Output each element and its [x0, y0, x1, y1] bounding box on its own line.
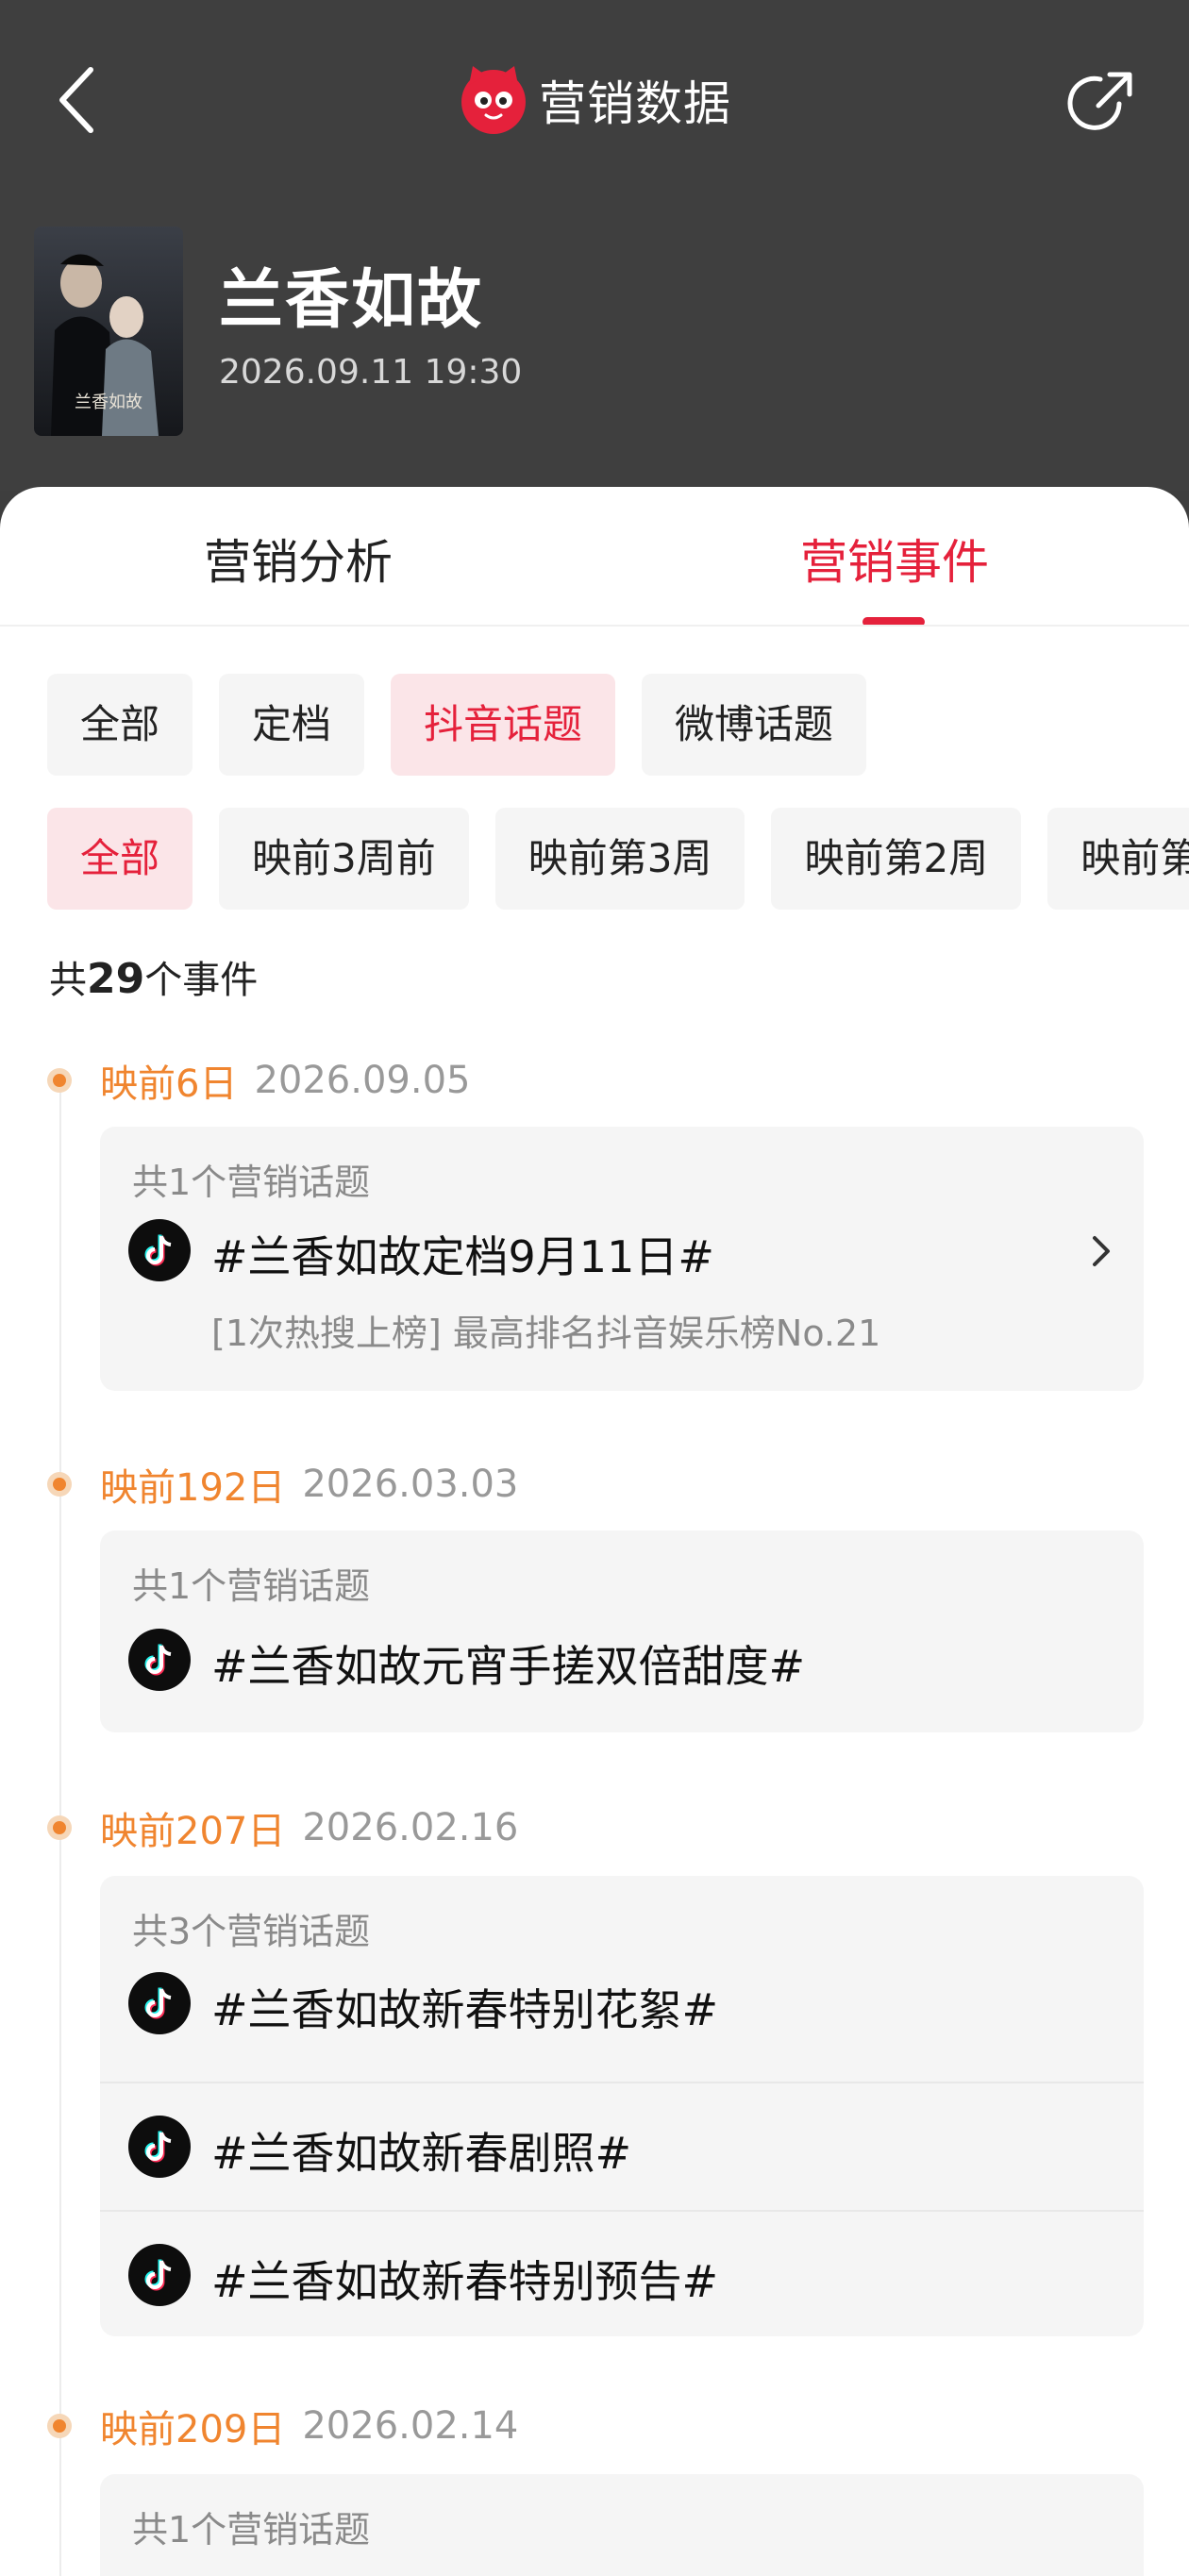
timeline-dot — [47, 2414, 72, 2438]
timeline-dot — [47, 1068, 72, 1093]
event-relative-day: 映前6日 — [100, 1062, 238, 1106]
timeline-dot — [47, 1472, 72, 1497]
event-card-header: 共1个营销话题 — [132, 1162, 371, 1203]
poster-title-text: 兰香如故 — [75, 393, 142, 412]
tab-marketing-events[interactable]: 营销事件 — [800, 525, 989, 593]
event-card-header: 共1个营销话题 — [132, 1565, 371, 1607]
event-date: 2026.03.03 — [302, 1463, 519, 1506]
tab-divider — [0, 625, 1189, 627]
poster-image: 兰香如故 — [34, 226, 183, 436]
filter-period-week-3[interactable]: 映前第3周 — [494, 808, 745, 910]
period-filter-row: 全部 映前3周前 映前第3周 映前第2周 映前第1周 — [47, 808, 1189, 910]
filter-type-douyin-topic[interactable]: 抖音话题 — [391, 674, 616, 776]
movie-poster[interactable]: 兰香如故 — [34, 226, 183, 436]
topic-row[interactable]: #兰香如故新春特别花絮# — [100, 1965, 1144, 2082]
douyin-icon — [128, 2116, 191, 2178]
topic-row[interactable]: #兰香如故新春特别预告# — [100, 2210, 1144, 2336]
event-card: 共1个营销话题 — [100, 2474, 1144, 2576]
topic-row[interactable]: #兰香如故定档9月11日# [1次热搜上榜] 最高排名抖音娱乐榜No.21 — [100, 1215, 1144, 1391]
type-filter-row: 全部 定档 抖音话题 微博话题 — [47, 674, 867, 776]
douyin-icon — [128, 1629, 191, 1691]
event-date-header: 映前192日 2026.03.03 — [47, 1457, 518, 1512]
filter-period-all[interactable]: 全部 — [47, 808, 193, 910]
event-count-number: 29 — [87, 955, 145, 1003]
douyin-icon — [128, 1219, 191, 1281]
filter-period-week-2[interactable]: 映前第2周 — [771, 808, 1022, 910]
maoyan-cat-logo — [461, 66, 526, 134]
filter-type-schedule[interactable]: 定档 — [219, 674, 365, 776]
event-card-header: 共3个营销话题 — [132, 1911, 371, 1952]
event-date: 2026.02.16 — [302, 1806, 519, 1849]
event-card: 共3个营销话题 #兰香如故新春特别花絮# #兰香如故新春剧照# #兰香如故新春特… — [100, 1876, 1144, 2336]
topic-title: #兰香如故新春特别预告# — [211, 2256, 719, 2307]
event-card: 共1个营销话题 #兰香如故定档9月11日# [1次热搜上榜] 最高排名抖音娱乐榜… — [100, 1127, 1144, 1391]
filter-type-all[interactable]: 全部 — [47, 674, 193, 776]
event-count: 共29个事件 — [49, 949, 258, 1004]
topic-row[interactable]: #兰香如故新春剧照# — [100, 2082, 1144, 2210]
topic-title: #兰香如故新春特别花絮# — [211, 1984, 719, 2035]
topic-hot-search-info: [1次热搜上榜] 最高排名抖音娱乐榜No.21 — [211, 1313, 881, 1354]
douyin-icon — [128, 1972, 191, 2034]
douyin-icon — [128, 2244, 191, 2306]
event-relative-day: 映前207日 — [100, 1810, 286, 1853]
topic-title: #兰香如故定档9月11日# — [211, 1231, 714, 1282]
filter-type-weibo-topic[interactable]: 微博话题 — [642, 674, 867, 776]
tab-marketing-analysis[interactable]: 营销分析 — [204, 525, 393, 593]
content-sheet: 营销分析 营销事件 全部 定档 抖音话题 微博话题 全部 映前3周前 映前第3周… — [0, 487, 1189, 2576]
event-card-header: 共1个营销话题 — [132, 2509, 371, 2551]
chevron-right-icon — [1093, 1236, 1110, 1266]
topic-title: #兰香如故元宵手搓双倍甜度# — [211, 1641, 806, 1692]
event-relative-day: 映前192日 — [100, 1466, 286, 1510]
event-date: 2026.02.14 — [302, 2404, 519, 2448]
share-external-icon[interactable] — [1066, 66, 1138, 138]
topic-title: #兰香如故新春剧照# — [211, 2128, 632, 2179]
header: 营销数据 兰香如故 兰香如故 2026.09.11 19:30 — [0, 0, 1189, 491]
event-card: 共1个营销话题 #兰香如故元宵手搓双倍甜度# — [100, 1531, 1144, 1732]
event-count-suffix: 个事件 — [144, 959, 259, 1002]
filter-period-week-1[interactable]: 映前第1周 — [1047, 808, 1189, 910]
event-date-header: 映前209日 2026.02.14 — [47, 2399, 518, 2453]
timeline-dot — [47, 1815, 72, 1840]
app-title-bar: 营销数据 — [0, 60, 1189, 140]
event-date-header: 映前6日 2026.09.05 — [47, 1053, 470, 1108]
event-count-prefix: 共 — [49, 959, 87, 1002]
event-date: 2026.09.05 — [254, 1059, 471, 1102]
event-relative-day: 映前209日 — [100, 2408, 286, 2451]
movie-release-date: 2026.09.11 19:30 — [219, 353, 523, 392]
filter-period-before-3-weeks[interactable]: 映前3周前 — [219, 808, 469, 910]
movie-title: 兰香如故 — [219, 263, 484, 338]
topic-row[interactable]: #兰香如故元宵手搓双倍甜度# — [100, 1619, 1144, 1732]
page-title: 营销数据 — [539, 76, 731, 131]
event-date-header: 映前207日 2026.02.16 — [47, 1800, 518, 1855]
